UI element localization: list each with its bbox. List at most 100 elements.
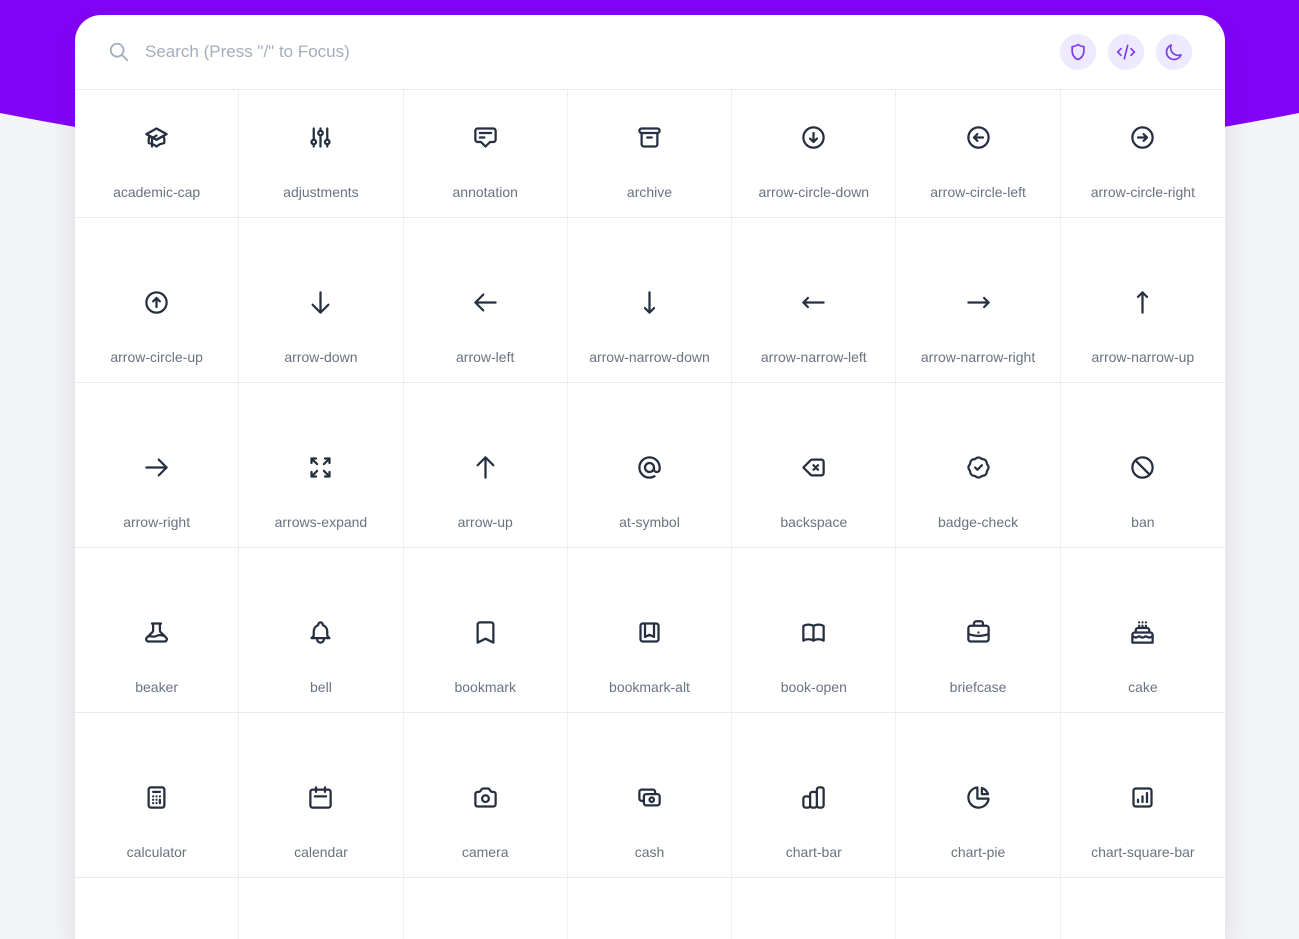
icon-cell-empty (567, 878, 733, 939)
icon-label: bell (310, 679, 332, 695)
icon-cell-empty (75, 878, 240, 939)
icon-cell-empty (1060, 878, 1225, 939)
icon-cell-empty (239, 878, 404, 939)
icon-cell-arrow-right[interactable]: arrow-right (75, 383, 240, 548)
icon-cell-arrow-circle-left[interactable]: arrow-circle-left (896, 90, 1061, 218)
academic-cap-icon (145, 127, 168, 148)
arrow-up-icon (476, 456, 495, 479)
icon-label: calculator (126, 844, 187, 860)
icon-label: bookmark-alt (609, 679, 690, 695)
code-icon (1116, 44, 1136, 60)
at-symbol-icon (638, 456, 661, 479)
icon-cell-briefcase[interactable]: briefcase (896, 548, 1061, 713)
icon-label: arrow-narrow-up (1091, 349, 1195, 365)
icon-cell-badge-check[interactable]: badge-check (896, 383, 1061, 548)
dark-mode-toggle-button[interactable] (1156, 34, 1192, 70)
arrow-narrow-down-icon (643, 291, 656, 314)
bookmark-icon (476, 621, 495, 644)
moon-icon (1165, 44, 1182, 61)
icon-cell-bookmark-alt[interactable]: bookmark-alt (567, 548, 733, 713)
bell-icon (310, 621, 332, 644)
icon-label: arrow-circle-down (758, 184, 870, 200)
icon-cell-arrows-expand[interactable]: arrows-expand (239, 383, 404, 548)
icon-label: arrow-up (457, 514, 513, 530)
icon-cell-bell[interactable]: bell (239, 548, 404, 713)
icon-cell-arrow-narrow-down[interactable]: arrow-narrow-down (567, 218, 733, 383)
icon-cell-at-symbol[interactable]: at-symbol (567, 383, 733, 548)
icon-label: adjustments (283, 184, 359, 200)
search-input[interactable] (143, 41, 1040, 63)
arrow-narrow-up-icon (1137, 291, 1149, 314)
arrows-expand-icon (310, 457, 332, 478)
shield-icon (1071, 43, 1085, 61)
cake-icon (1131, 621, 1155, 644)
camera-icon (473, 787, 497, 808)
icon-label: arrows-expand (274, 514, 368, 530)
icon-cell-adjustments[interactable]: adjustments (239, 90, 404, 218)
icon-cell-chart-pie[interactable]: chart-pie (896, 713, 1061, 878)
icon-cell-empty (732, 878, 897, 939)
badge-check-icon (966, 456, 990, 479)
code-view-toggle-button[interactable] (1108, 34, 1144, 70)
icon-cell-arrow-circle-down[interactable]: arrow-circle-down (732, 90, 897, 218)
adjustments-icon (310, 127, 332, 148)
book-open-icon (802, 623, 826, 642)
chart-bar-icon (802, 786, 826, 809)
chart-pie-icon (966, 786, 990, 809)
icon-label: badge-check (937, 514, 1019, 530)
icon-cell-camera[interactable]: camera (403, 713, 568, 878)
arrow-circle-up-icon (145, 291, 168, 314)
icon-cell-arrow-up[interactable]: arrow-up (403, 383, 568, 548)
icon-label: book-open (780, 679, 847, 695)
icon-cell-arrow-narrow-left[interactable]: arrow-narrow-left (732, 218, 897, 383)
arrow-left-icon (473, 293, 497, 312)
icon-cell-backspace[interactable]: backspace (732, 383, 897, 548)
icon-cell-arrow-narrow-right[interactable]: arrow-narrow-right (896, 218, 1061, 383)
icon-label: arrow-narrow-right (920, 349, 1036, 365)
arrow-right-icon (145, 458, 168, 477)
calendar-icon (309, 786, 333, 809)
icon-cell-calendar[interactable]: calendar (239, 713, 404, 878)
icon-grid: academic-cap adjustments annotation archive… (75, 90, 1225, 939)
icon-label: cake (1128, 679, 1158, 695)
icon-cell-arrow-left[interactable]: arrow-left (403, 218, 568, 383)
icon-cell-arrow-down[interactable]: arrow-down (239, 218, 404, 383)
icon-cell-annotation[interactable]: annotation (403, 90, 568, 218)
icon-label: annotation (452, 184, 518, 200)
icon-gallery-card: academic-cap adjustments annotation archive… (75, 15, 1225, 939)
backspace-icon (802, 458, 826, 477)
icon-cell-beaker[interactable]: beaker (75, 548, 240, 713)
icon-cell-academic-cap[interactable]: academic-cap (75, 90, 240, 218)
beaker-icon (145, 622, 169, 643)
outline-style-toggle-button[interactable] (1060, 34, 1096, 70)
icon-label: arrow-narrow-left (760, 349, 867, 365)
icon-cell-archive[interactable]: archive (567, 90, 733, 218)
icon-cell-arrow-circle-up[interactable]: arrow-circle-up (75, 218, 240, 383)
arrow-narrow-left-icon (802, 296, 826, 309)
icon-cell-arrow-narrow-up[interactable]: arrow-narrow-up (1060, 218, 1225, 383)
icon-cell-bookmark[interactable]: bookmark (403, 548, 568, 713)
icon-label: backspace (780, 514, 848, 530)
icon-cell-chart-bar[interactable]: chart-bar (732, 713, 897, 878)
icon-cell-cash[interactable]: cash (567, 713, 733, 878)
search-bar (75, 15, 1225, 90)
icon-label: chart-bar (785, 844, 842, 860)
ban-icon (1131, 456, 1155, 479)
icon-cell-cake[interactable]: cake (1060, 548, 1225, 713)
icon-cell-calculator[interactable]: calculator (75, 713, 240, 878)
icon-cell-book-open[interactable]: book-open (732, 548, 897, 713)
icon-cell-ban[interactable]: ban (1060, 383, 1225, 548)
arrow-circle-right-icon (1131, 126, 1155, 149)
icon-label: cash (634, 844, 665, 860)
icon-cell-chart-square-bar[interactable]: chart-square-bar (1060, 713, 1225, 878)
arrow-narrow-right-icon (966, 296, 990, 309)
icon-label: camera (461, 844, 509, 860)
icon-label: arrow-circle-right (1090, 184, 1195, 200)
icon-label: calendar (294, 844, 348, 860)
chart-square-bar-icon (1132, 787, 1153, 808)
icon-label: bookmark (454, 679, 516, 695)
icon-cell-arrow-circle-right[interactable]: arrow-circle-right (1060, 90, 1225, 218)
cash-icon (638, 788, 661, 807)
icon-label: arrow-narrow-down (589, 349, 710, 365)
bookmark-alt-icon (639, 622, 660, 643)
